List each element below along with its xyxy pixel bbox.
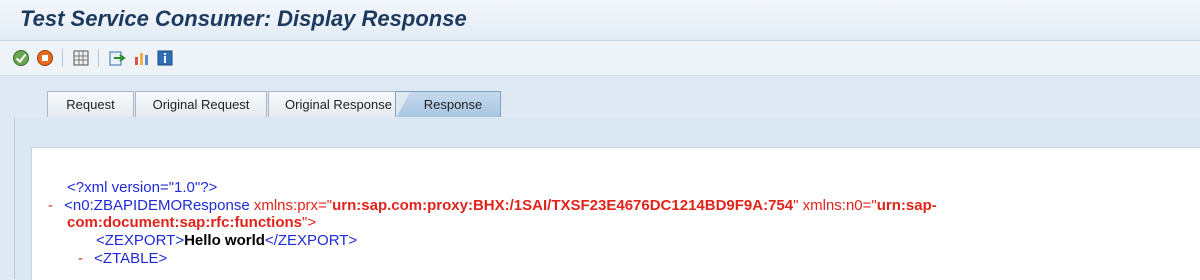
xml-attr-value: com:document:sap:rfc:functions [67, 214, 303, 231]
xml-element-zexport: <ZEXPORT>Hello world</ZEXPORT> [96, 232, 357, 249]
xml-viewer[interactable]: <?xml version="1.0"?> - <n0:ZBAPIDEMORes… [31, 147, 1200, 280]
stop-icon[interactable] [36, 49, 54, 67]
xml-tag: </ZEXPORT> [264, 232, 358, 249]
collapse-toggle[interactable]: - [78, 250, 83, 267]
tab-label: Request [66, 97, 115, 112]
page-title: Test Service Consumer: Display Response [20, 6, 467, 31]
xml-attr-value: urn:sap.com:proxy:BHX:/1SAI/TXSF23E4676D… [332, 197, 794, 214]
xml-tag: <ZTABLE> [94, 250, 168, 267]
xml-tag: <n0:ZBAPIDEMOResponse [64, 197, 250, 214]
grid-icon[interactable] [72, 49, 90, 67]
xml-attr-value: urn:sap- [876, 197, 937, 214]
xml-attr: xmlns:prx=" [249, 197, 333, 214]
xml-declaration: <?xml version="1.0"?> [67, 179, 218, 196]
settings-icon[interactable] [132, 49, 150, 67]
collapse-toggle[interactable]: - [48, 197, 53, 214]
tab-original-request[interactable]: Original Request [135, 91, 267, 117]
execute-icon[interactable] [12, 49, 30, 67]
xml-attr: " xmlns:n0=" [793, 197, 877, 214]
toolbar-separator [62, 49, 63, 67]
tab-original-response[interactable]: Original Response [268, 91, 409, 117]
tab-bar: Request Original Request Original Respon… [14, 91, 1200, 119]
title-bar: Test Service Consumer: Display Response [0, 0, 1200, 41]
tab-label: Original Request [152, 97, 250, 112]
info-icon[interactable] [156, 49, 174, 67]
xml-text: Hello world [184, 232, 265, 249]
export-icon[interactable] [108, 49, 126, 67]
tab-response[interactable]: Response [395, 91, 501, 118]
xml-element-response: - <n0:ZBAPIDEMOResponse xmlns:prx="urn:s… [48, 197, 937, 214]
xml-tag: <ZEXPORT> [96, 232, 185, 249]
xml-attr: "> [302, 214, 317, 231]
toolbar-separator [98, 49, 99, 67]
xml-element-ztable: - <ZTABLE> [78, 250, 167, 267]
xml-element-response-cont: com:document:sap:rfc:functions"> [67, 214, 316, 231]
tab-label: Response [423, 97, 483, 112]
tab-corner [396, 92, 410, 118]
tab-request[interactable]: Request [47, 91, 134, 117]
tab-label: Original Response [285, 97, 392, 112]
toolbar [0, 41, 1200, 76]
